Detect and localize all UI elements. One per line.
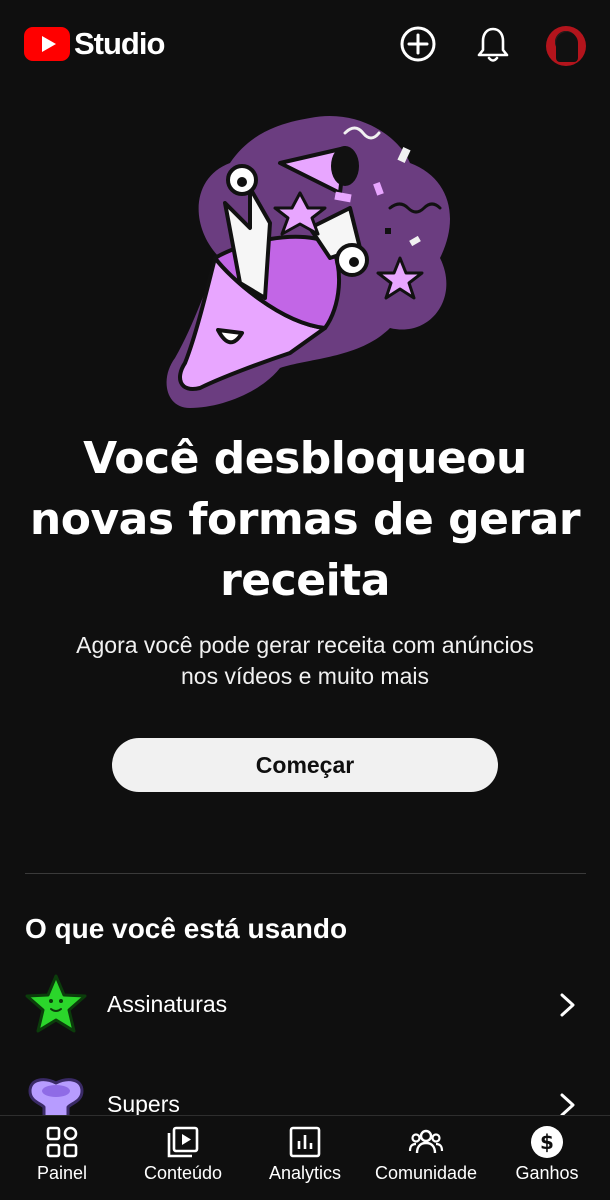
svg-text:$: $ xyxy=(540,1130,554,1154)
community-icon xyxy=(408,1124,444,1160)
nav-label: Ganhos xyxy=(515,1163,579,1183)
list-item-assinaturas[interactable]: Assinaturas xyxy=(0,965,610,1045)
nav-item-painel[interactable]: Painel xyxy=(12,1116,112,1200)
promo-subtext: Agora você pode gerar receita com anúnci… xyxy=(30,630,580,692)
party-popper-illustration xyxy=(160,108,460,413)
top-app-bar: Studio xyxy=(0,0,610,90)
headline-line: receita xyxy=(220,555,390,606)
headline-line: Você desbloqueou xyxy=(83,433,527,484)
nav-item-analytics[interactable]: Analytics xyxy=(254,1116,356,1200)
content-icon xyxy=(165,1124,201,1160)
youtube-play-logo-icon xyxy=(24,27,70,61)
studio-logo[interactable]: Studio xyxy=(24,26,165,62)
bottom-navigation: Painel Conteúdo Analytics Comunidade $ G… xyxy=(0,1115,610,1200)
nav-item-conteudo[interactable]: Conteúdo xyxy=(133,1116,233,1200)
green-star-icon xyxy=(24,973,88,1037)
youtube-studio-earnings-screen: Studio Você desbloqueou novas formas de … xyxy=(0,0,610,1200)
section-title: O que você está usando xyxy=(25,913,348,944)
promo-headline: Você desbloqueou novas formas de gerar r… xyxy=(20,428,590,611)
headline-line: novas formas de gerar xyxy=(29,494,581,545)
list-item-label: Assinaturas xyxy=(107,991,228,1017)
notifications-bell-icon[interactable] xyxy=(473,24,513,64)
analytics-icon xyxy=(287,1124,323,1160)
earnings-icon: $ xyxy=(529,1124,565,1160)
subtext-line: nos vídeos e muito mais xyxy=(180,663,429,689)
nav-label: Conteúdo xyxy=(143,1163,223,1183)
create-icon[interactable] xyxy=(398,24,438,64)
dashboard-icon xyxy=(44,1124,80,1160)
nav-label: Comunidade xyxy=(374,1163,478,1183)
account-avatar[interactable] xyxy=(546,26,586,66)
nav-label: Analytics xyxy=(268,1163,342,1183)
nav-item-ganhos[interactable]: $ Ganhos xyxy=(497,1116,597,1200)
logo-text: Studio xyxy=(74,26,165,61)
nav-label: Painel xyxy=(36,1163,88,1183)
nav-item-comunidade[interactable]: Comunidade xyxy=(366,1116,486,1200)
subtext-line: Agora você pode gerar receita com anúnci… xyxy=(76,632,534,658)
chevron-right-icon xyxy=(556,991,580,1019)
list-item-label: Supers xyxy=(107,1091,180,1117)
start-button[interactable]: Começar xyxy=(112,738,498,792)
section-divider xyxy=(25,873,586,874)
